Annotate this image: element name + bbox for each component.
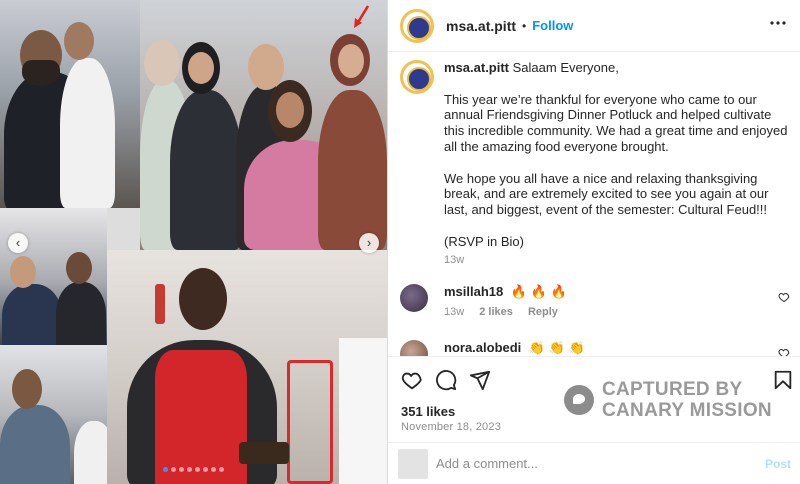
caption-greeting: Salaam Everyone, (512, 60, 619, 75)
viewer-avatar (398, 448, 428, 479)
caption-paragraph-3: (RSVP in Bio) (444, 233, 524, 249)
caption-username[interactable]: msa.at.pitt (444, 60, 509, 75)
comment-item: msillah18 🔥 🔥 🔥 13w 2 likes Reply (400, 284, 790, 318)
share-send-icon[interactable] (469, 369, 491, 391)
carousel-dot (219, 467, 224, 472)
header-separator: • (522, 18, 527, 33)
carousel-dot (211, 467, 216, 472)
save-bookmark-icon[interactable] (772, 369, 794, 391)
comment-timestamp[interactable]: 13w (444, 306, 464, 318)
caption-timestamp[interactable]: 13w (444, 254, 790, 266)
photo-two-men (0, 0, 140, 208)
carousel-prev-button[interactable]: ‹ (8, 233, 28, 253)
comment-username[interactable]: msillah18 (444, 284, 503, 299)
comment-avatar[interactable] (400, 340, 428, 356)
canary-logo-icon (564, 385, 594, 415)
follow-button[interactable]: Follow (532, 18, 573, 33)
carousel-next-button[interactable]: › (359, 233, 379, 253)
watermark: CAPTURED BY CANARY MISSION (564, 379, 772, 421)
comment-reply-button[interactable]: Reply (528, 306, 558, 318)
header-username[interactable]: msa.at.pitt (446, 18, 516, 34)
carousel-dots (0, 467, 387, 472)
more-options-icon[interactable] (769, 14, 787, 32)
like-heart-icon[interactable] (401, 369, 423, 391)
comment-like-heart-icon[interactable] (778, 291, 790, 303)
add-comment-bar: Post (388, 442, 800, 484)
photo-group-women (140, 0, 387, 250)
profile-avatar[interactable] (400, 8, 434, 43)
post-caption: msa.at.pitt Salaam Everyone, This year w… (400, 60, 790, 266)
comment-avatar[interactable] (400, 284, 428, 312)
caption-avatar[interactable] (400, 60, 434, 94)
photo-man-red-apron (107, 250, 387, 484)
post-date[interactable]: November 18, 2023 (401, 421, 501, 433)
comment-item: nora.alobedi 👏 👏 👏 (400, 340, 790, 356)
post-media-carousel[interactable]: ‹ › (0, 0, 387, 484)
comment-like-heart-icon[interactable] (778, 347, 790, 356)
watermark-line-2: CANARY MISSION (602, 400, 772, 421)
likes-count[interactable]: 351 likes (401, 404, 455, 419)
carousel-dot (203, 467, 208, 472)
comment-bubble-icon[interactable] (435, 369, 457, 391)
comment-input[interactable] (436, 456, 756, 471)
comment-likes[interactable]: 2 likes (479, 306, 513, 318)
post-details-panel: msa.at.pitt • Follow msa.at.pitt Salaam … (387, 0, 800, 484)
comment-text: 👏 👏 👏 (528, 340, 585, 355)
red-arrow-annotation (354, 5, 370, 28)
photo-guests-small (0, 208, 107, 345)
comment-username[interactable]: nora.alobedi (444, 340, 521, 355)
caption-paragraph-1: This year we’re thankful for everyone wh… (444, 91, 788, 154)
post-comment-button[interactable]: Post (765, 457, 791, 471)
post-header: msa.at.pitt • Follow (388, 0, 800, 52)
carousel-dot (171, 467, 176, 472)
carousel-dot (163, 467, 168, 472)
comment-text: 🔥 🔥 🔥 (510, 284, 567, 299)
post-actions: CAPTURED BY CANARY MISSION 351 likes Nov… (388, 356, 800, 442)
carousel-dot (179, 467, 184, 472)
carousel-dot (187, 467, 192, 472)
carousel-dot (195, 467, 200, 472)
photo-men-kitchen (0, 345, 120, 484)
watermark-line-1: CAPTURED BY (602, 379, 743, 400)
caption-paragraph-2: We hope you all have a nice and relaxing… (444, 170, 769, 218)
